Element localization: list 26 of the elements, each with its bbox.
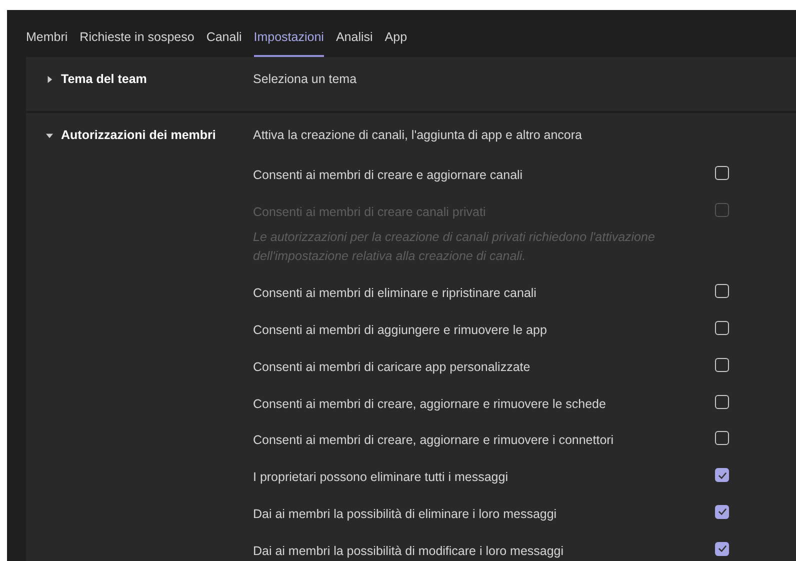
- tab[interactable]: Analisi: [336, 20, 373, 57]
- checkbox[interactable]: [715, 542, 729, 556]
- option-label: Dai ai membri la possibilità di modificare i loro messaggi: [253, 544, 564, 558]
- tab[interactable]: Canali: [206, 20, 242, 57]
- caret-right-icon[interactable]: [46, 76, 53, 82]
- tab[interactable]: Membri: [26, 20, 68, 57]
- option-label: Consenti ai membri di creare e aggiornare canali: [253, 168, 523, 182]
- checkbox[interactable]: [715, 468, 729, 482]
- option-label: Dai ai membri la possibilità di eliminare i loro messaggi: [253, 506, 557, 521]
- section-title[interactable]: Tema del team: [61, 70, 147, 88]
- section-title[interactable]: Autorizzazioni dei membri: [61, 126, 216, 144]
- section-description: Attiva la creazione di canali, l'aggiunta di app e altro ancora: [253, 126, 582, 144]
- tab[interactable]: Richieste in sospeso: [80, 20, 194, 57]
- tab[interactable]: App: [384, 20, 408, 57]
- check-icon: [718, 544, 726, 553]
- option-label: Consenti ai membri di aggiungere e rimuovere le app: [253, 323, 547, 337]
- option-label: I proprietari possono eliminare tutti i messaggi: [253, 470, 508, 484]
- caret-down-icon[interactable]: [46, 132, 53, 138]
- check-icon: [718, 470, 726, 480]
- option-label: Consenti ai membri di caricare app personalizzate: [253, 360, 530, 374]
- option-label: Consenti ai membri di creare, aggiornare e rimuovere i connettori: [253, 433, 614, 448]
- check-icon: [718, 507, 726, 516]
- checkbox[interactable]: [715, 504, 729, 519]
- option-label: Consenti ai membri di eliminare e ripristinare canali: [253, 286, 536, 300]
- section-description: Seleziona un tema: [253, 70, 357, 88]
- option-label: Consenti ai membri di creare, aggiornare e rimuovere le schede: [253, 396, 606, 410]
